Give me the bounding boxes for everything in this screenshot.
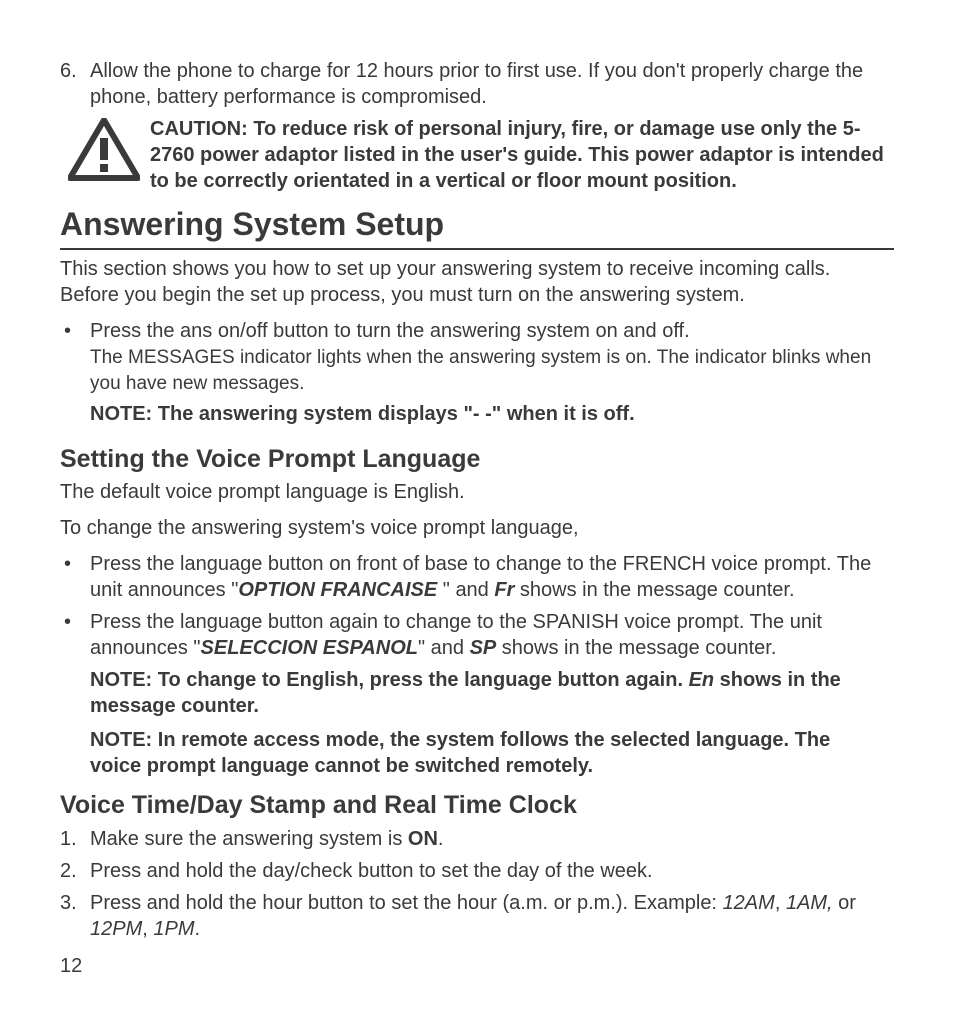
text: , [775,892,786,914]
text: " and [418,637,470,659]
lang-default-paragraph: The default voice prompt language is Eng… [60,479,894,505]
note-change-english: NOTE: To change to English, press the la… [90,667,894,719]
clock-step-2: 2. Press and hold the day/check button t… [60,858,894,884]
list-body: Make sure the answering system is ON. [90,826,894,852]
heading-answering-system-setup: Answering System Setup [60,204,894,250]
emphasis: 12PM [90,918,142,940]
emphasis: Fr [494,579,514,601]
caution-block: CAUTION: To reduce risk of personal inju… [60,116,894,194]
text: . [195,918,201,940]
bullet-lang-french: • Press the language button on front of … [60,551,894,603]
bullet-body: Press the ans on/off button to turn the … [90,318,894,433]
emphasis: 12AM [723,892,775,914]
bullet-body: Press the language button on front of ba… [90,551,894,603]
list-item-6: 6. Allow the phone to charge for 12 hour… [60,58,894,110]
emphasis: SP [470,637,497,659]
bullet-mark: • [60,551,90,603]
list-body: Press and hold the day/check button to s… [90,858,894,884]
text: Make sure the answering system is [90,828,408,850]
warning-icon [60,116,150,189]
clock-step-3: 3. Press and hold the hour button to set… [60,890,894,942]
text: shows in the message counter. [496,637,776,659]
list-number: 1. [60,826,90,852]
bullet-mark: • [60,318,90,433]
text: shows in the message counter. [514,579,794,601]
emphasis: 1PM [153,918,194,940]
bullet-body: Press the language button again to chang… [90,609,894,661]
emphasis: OPTION FRANCAISE [238,579,442,601]
note-answering-off: NOTE: The answering system displays "- -… [90,401,894,427]
bullet-lang-spanish: • Press the language button again to cha… [60,609,894,661]
bullet-mark: • [60,609,90,661]
text: or [833,892,856,914]
bullet-line1: Press the ans on/off button to turn the … [90,320,690,342]
intro-paragraph: This section shows you how to set up you… [60,256,894,308]
list-number: 2. [60,858,90,884]
heading-voice-time-day: Voice Time/Day Stamp and Real Time Clock [60,789,894,822]
emphasis: SELECCION ESPANOL [201,637,418,659]
emphasis: 1AM, [786,892,833,914]
text: NOTE: To change to English, press the la… [90,669,689,691]
clock-step-1: 1. Make sure the answering system is ON. [60,826,894,852]
lang-change-intro: To change the answering system's voice p… [60,515,894,541]
list-body: Press and hold the hour button to set th… [90,890,894,942]
list-number: 3. [60,890,90,942]
list-number: 6. [60,58,90,110]
page-number: 12 [60,953,82,979]
text: Press and hold the hour button to set th… [90,892,723,914]
emphasis: En [689,669,715,691]
text: , [142,918,153,940]
caution-text: CAUTION: To reduce risk of personal inju… [150,116,894,194]
text: " and [443,579,495,601]
bullet-line2: The MESSAGES indicator lights when the a… [90,347,871,395]
emphasis: ON [408,828,438,850]
list-body: Allow the phone to charge for 12 hours p… [90,58,894,110]
heading-voice-prompt-language: Setting the Voice Prompt Language [60,443,894,476]
bullet-ans-onoff: • Press the ans on/off button to turn th… [60,318,894,433]
note-remote-access: NOTE: In remote access mode, the system … [90,727,894,779]
text: . [438,828,444,850]
